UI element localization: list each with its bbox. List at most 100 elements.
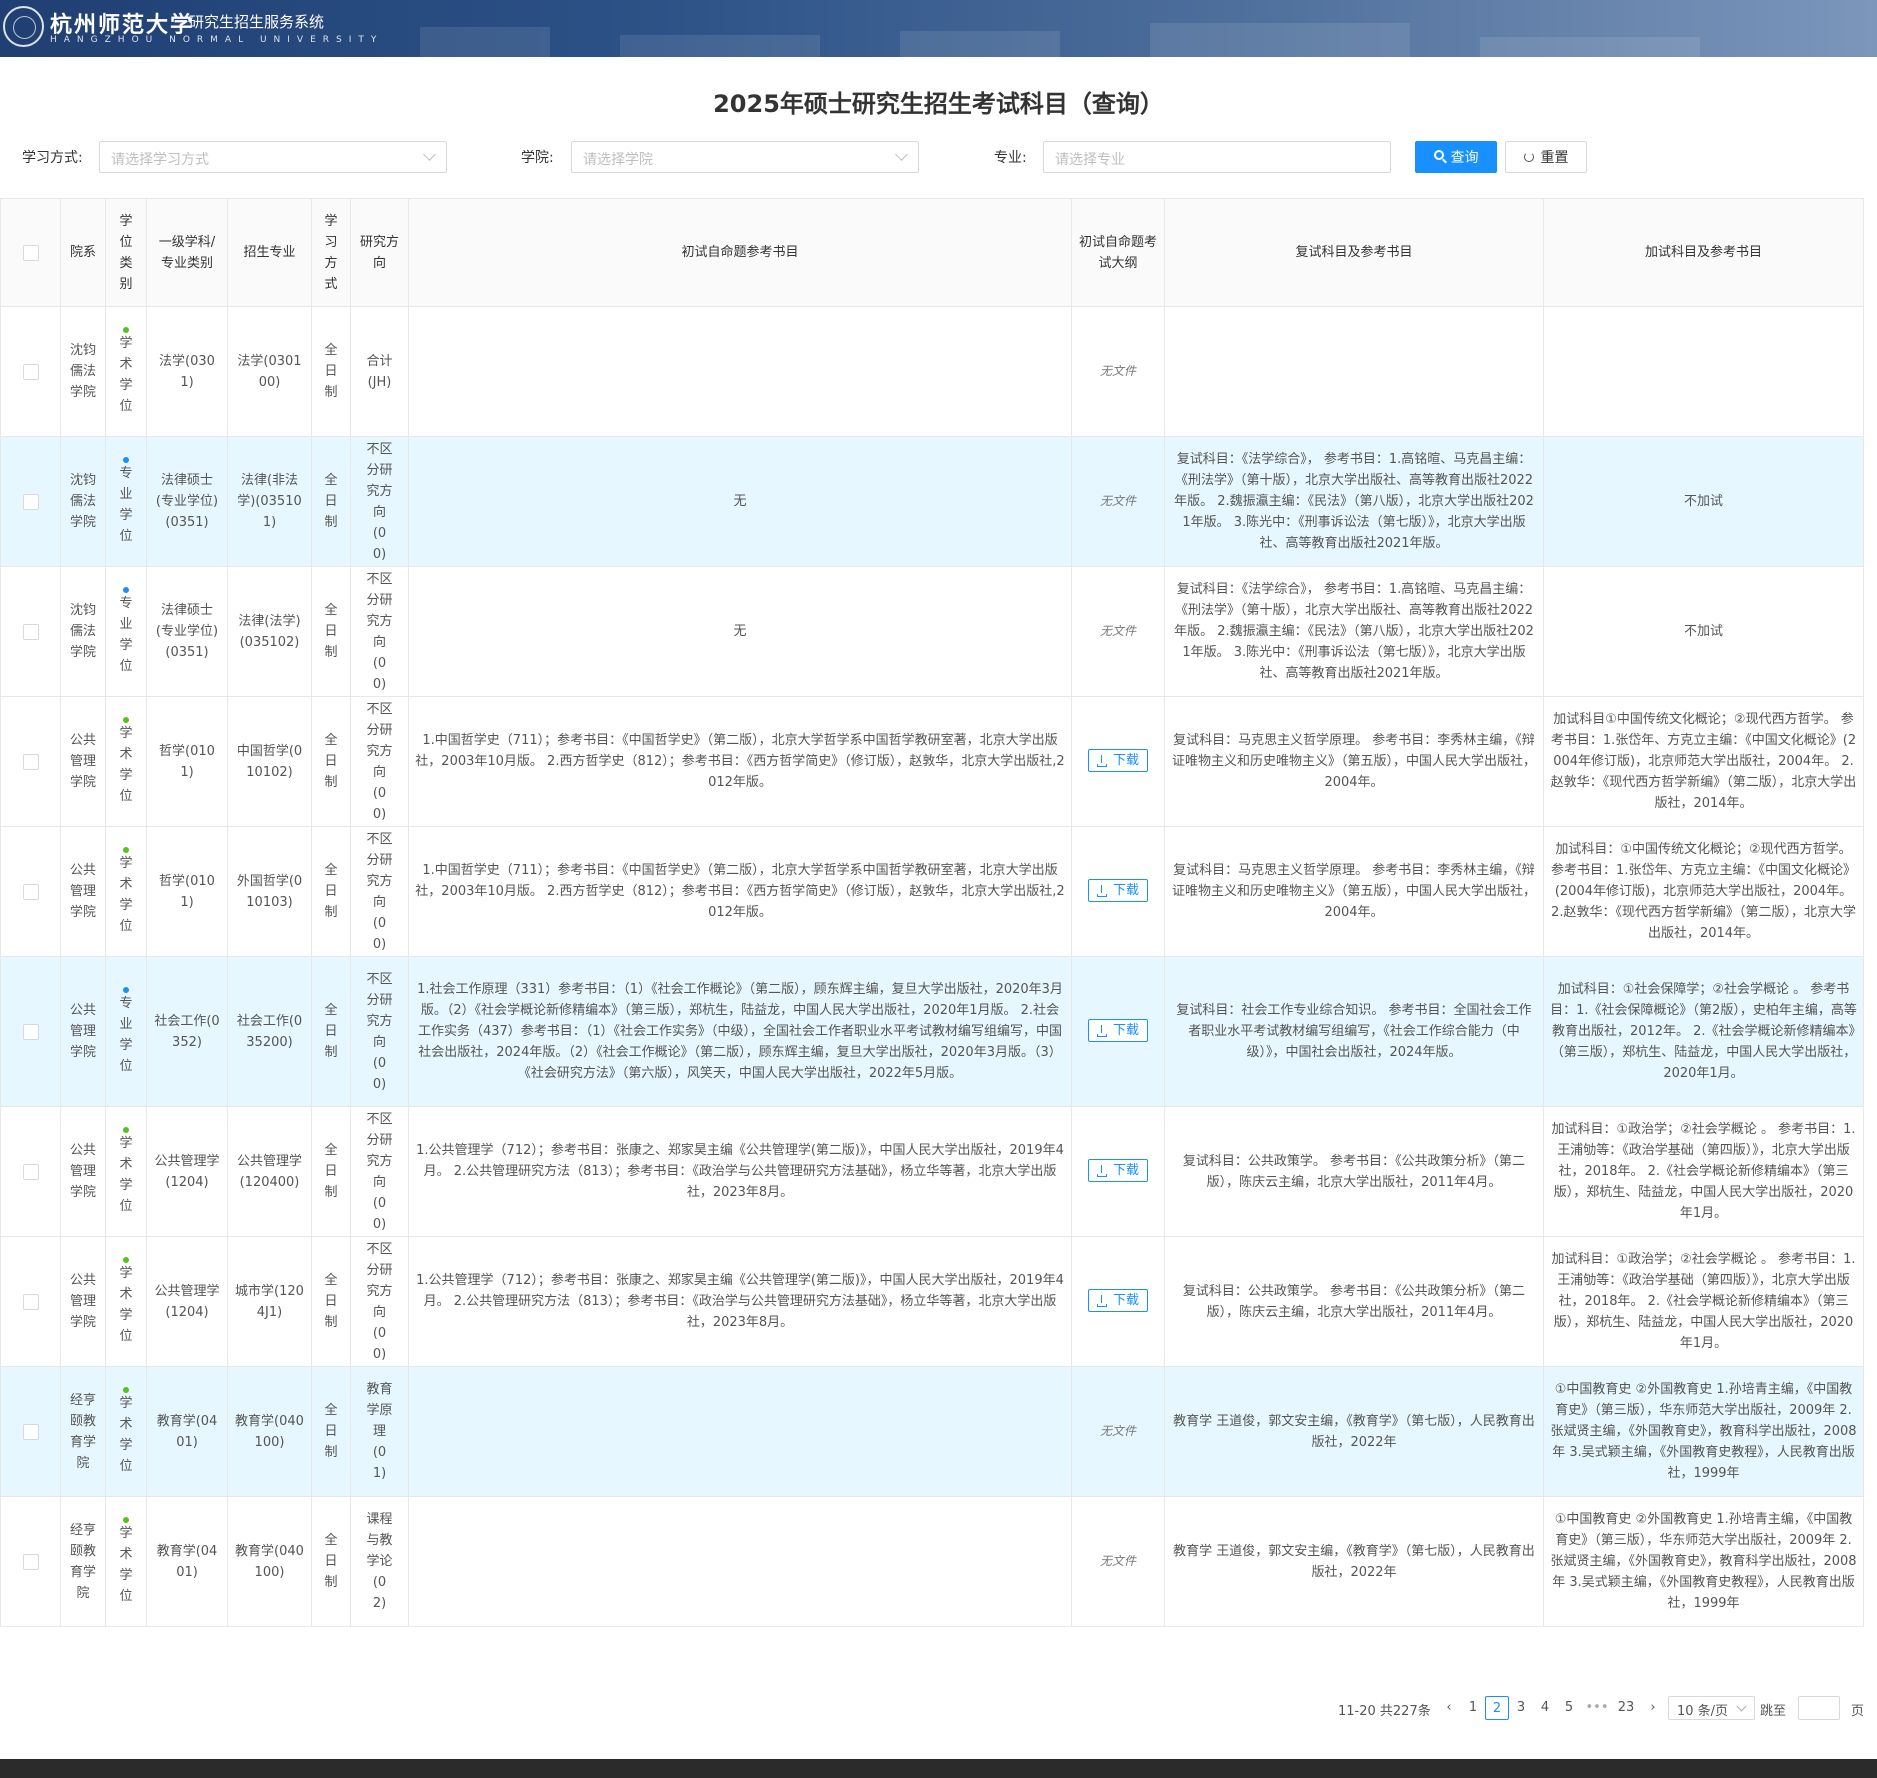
page-2[interactable]: 2 [1485, 1696, 1509, 1720]
download-outline-button[interactable]: 下载 [1087, 1159, 1148, 1183]
initial-books-text: 无 [733, 494, 747, 509]
next-page-button[interactable]: › [1641, 1696, 1665, 1720]
college-text: 沈钧儒法学院 [70, 603, 97, 660]
row-checkbox[interactable] [22, 883, 39, 900]
row-checkbox[interactable] [22, 1163, 39, 1180]
row-checkbox[interactable] [22, 1293, 39, 1310]
cell-extra: 不加试 [1543, 436, 1864, 567]
university-seal-icon [3, 6, 44, 47]
cell-college: 公共管理学院 [60, 696, 106, 827]
reset-button[interactable]: 重置 [1505, 141, 1587, 173]
row-checkbox[interactable] [22, 363, 39, 380]
row-checkbox[interactable] [22, 1553, 39, 1570]
no-file-text: 无文件 [1099, 364, 1136, 378]
jump-label: 跳至 [1760, 1704, 1787, 1719]
cell-college: 公共管理学院 [60, 1236, 106, 1367]
direction-text: 课程与教学论(02) [366, 1512, 393, 1611]
major-text: 法律(非法学)(035101) [237, 473, 302, 530]
select-all-cell [0, 198, 61, 307]
table-row[interactable]: 公共管理学院 学术学位 哲学(0101) 外国哲学(010103) 全日制 不区分研究方向… [0, 826, 1864, 957]
study-mode-select[interactable]: 请选择学习方式 [99, 141, 447, 173]
discipline-text: 公共管理学(1204) [154, 1283, 220, 1320]
col-header-direction: 研究方向 [350, 198, 409, 307]
college-select[interactable]: 请选择学院 [571, 141, 919, 173]
discipline-text: 法律硕士(专业学位)(0351) [155, 603, 219, 660]
page-5[interactable]: 5 [1557, 1696, 1581, 1720]
download-outline-button[interactable]: 下载 [1087, 749, 1148, 773]
col-header-extra: 加试科目及参考书目 [1543, 198, 1864, 307]
table-row[interactable]: 沈钧儒法学院 学术学位 法学(0301) 法学(030100) 全日制 合计(JH) 无文件 [0, 306, 1864, 437]
table-row[interactable]: 公共管理学院 学术学位 哲学(0101) 中国哲学(010102) 全日制 不区分研究方向… [0, 696, 1864, 827]
cell-study-mode: 全日制 [311, 306, 351, 437]
page-1[interactable]: 1 [1461, 1696, 1485, 1720]
table-row[interactable]: 经亨颐教育学院 学术学位 教育学(0401) 教育学(040100) 全日制 教育学原理(… [0, 1366, 1864, 1497]
page-3[interactable]: 3 [1509, 1696, 1533, 1720]
college-text: 公共管理学院 [70, 733, 97, 790]
page-ellipsis[interactable]: ••• [1585, 1696, 1609, 1720]
direction-text: 不区分研究方向(00) [366, 701, 393, 822]
reset-button-label: 重置 [1540, 150, 1569, 166]
cell-degree-type: 学术学位 [105, 306, 147, 437]
search-button[interactable]: 查询 [1415, 141, 1497, 173]
jump-page-input[interactable] [1798, 1696, 1840, 1720]
table-row[interactable]: 公共管理学院 学术学位 公共管理学(1204) 城市学(1204J1) 全日制 不区分研究… [0, 1236, 1864, 1367]
table-row[interactable]: 公共管理学院 专业学位 社会工作(0352) 社会工作(035200) 全日制 不区分研究… [0, 956, 1864, 1107]
page-size-select[interactable]: 10 条/页 [1668, 1696, 1755, 1720]
major-input[interactable]: 请选择专业 [1043, 141, 1391, 173]
major-text: 法律(法学)(035102) [238, 613, 301, 650]
college-text: 经亨颐教育学院 [70, 1392, 97, 1471]
cell-major: 公共管理学(120400) [227, 1106, 312, 1237]
no-file-text: 无文件 [1099, 624, 1136, 638]
cell-outline: 下载 [1071, 1236, 1165, 1367]
cell-college: 经亨颐教育学院 [60, 1496, 106, 1627]
table-row[interactable]: 沈钧儒法学院 专业学位 法律硕士(专业学位)(0351) 法律(法学)(035102)… [0, 566, 1864, 697]
cell-initial-books [408, 1496, 1072, 1627]
study-mode-text: 全日制 [324, 733, 338, 790]
degree-type-text: 学术学位 [119, 725, 133, 804]
major-text: 社会工作(035200) [236, 1013, 303, 1050]
cell-major: 法律(非法学)(035101) [227, 436, 312, 567]
download-icon [1096, 754, 1107, 767]
header-banner-building [620, 35, 820, 57]
download-icon [1096, 1164, 1107, 1177]
table-row[interactable]: 沈钧儒法学院 专业学位 法律硕士(专业学位)(0351) 法律(非法学)(035101… [0, 436, 1864, 567]
page-23[interactable]: 23 [1614, 1696, 1638, 1720]
extra-subjects-text: 加试科目：①政治学；②社会学概论 。 参考书目：1.王浦劬等：《政治学基础（第四… [1551, 1122, 1856, 1221]
cell-study-mode: 全日制 [311, 696, 351, 827]
row-checkbox[interactable] [22, 1023, 39, 1040]
discipline-text: 法学(0301) [159, 353, 215, 390]
row-checkbox[interactable] [22, 623, 39, 640]
total-count: 11-20 共227条 [1338, 1704, 1431, 1719]
col-header-discipline: 一级学科/专业类别 [146, 198, 228, 307]
download-label: 下载 [1112, 1023, 1139, 1039]
cell-retest: 教育学 王道俊，郭文安主编，《教育学》（第七版），人民教育出版社，2022年 [1164, 1496, 1544, 1627]
cell-college: 公共管理学院 [60, 1106, 106, 1237]
cell-retest: 复试科目：公共政策学。 参考书目：《公共政策分析》（第二版），陈庆云主编，北京大… [1164, 1236, 1544, 1367]
row-checkbox[interactable] [22, 753, 39, 770]
cell-degree-type: 专业学位 [105, 956, 147, 1107]
major-text: 城市学(1204J1) [235, 1283, 304, 1320]
row-checkbox[interactable] [22, 493, 39, 510]
row-checkbox[interactable] [22, 1423, 39, 1440]
major-text: 中国哲学(010102) [236, 743, 303, 780]
table-row[interactable]: 经亨颐教育学院 学术学位 教育学(0401) 教育学(040100) 全日制 课程与教学论… [0, 1496, 1864, 1627]
download-outline-button[interactable]: 下载 [1087, 1019, 1148, 1043]
cell-discipline: 社会工作(0352) [146, 956, 228, 1107]
cell-study-mode: 全日制 [311, 1106, 351, 1237]
row-select-cell [0, 1496, 61, 1627]
college-text: 公共管理学院 [70, 1003, 97, 1060]
download-outline-button[interactable]: 下载 [1087, 1289, 1148, 1313]
initial-books-text: 1.中国哲学史（711）；参考书目：《中国哲学史》（第二版），北京大学哲学系中国… [415, 863, 1065, 920]
cell-direction: 不区分研究方向(00) [350, 436, 409, 567]
retest-text: 复试科目：公共政策学。 参考书目：《公共政策分析》（第二版），陈庆云主编，北京大… [1182, 1283, 1526, 1320]
initial-books-text: 1.公共管理学（712）；参考书目：张康之、郑家昊主编《公共管理学(第二版)》，… [416, 1143, 1064, 1200]
college-text: 公共管理学院 [70, 1273, 97, 1330]
page-4[interactable]: 4 [1533, 1696, 1557, 1720]
table-row[interactable]: 公共管理学院 学术学位 公共管理学(1204) 公共管理学(120400) 全日制 不区分… [0, 1106, 1864, 1237]
degree-type-text: 学术学位 [119, 1525, 133, 1604]
major-text: 公共管理学(120400) [236, 1153, 302, 1190]
prev-page-button[interactable]: ‹ [1437, 1696, 1461, 1720]
download-outline-button[interactable]: 下载 [1087, 879, 1148, 903]
cell-direction: 教育学原理(01) [350, 1366, 409, 1497]
select-all-checkbox[interactable] [22, 244, 39, 261]
